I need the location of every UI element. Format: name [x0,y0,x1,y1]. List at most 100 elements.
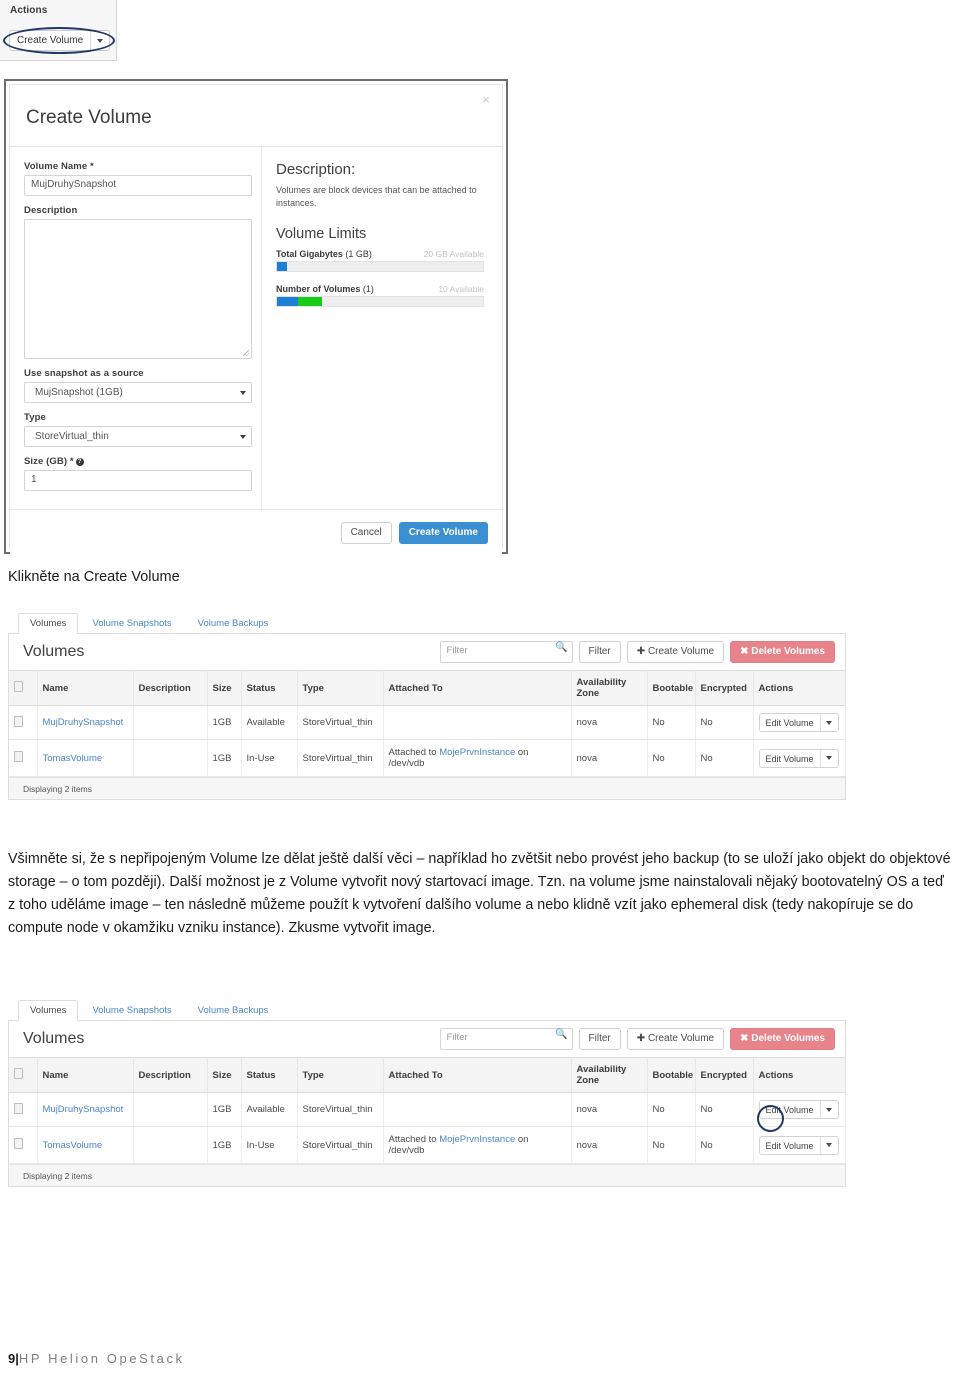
edit-volume-split-button[interactable]: Edit Volume [758,713,839,732]
tab-volumes[interactable]: Volumes [18,1000,79,1021]
tab-volume-snapshots[interactable]: Volume Snapshots [80,613,183,633]
info-description-heading: Description: [276,161,356,178]
size-input[interactable]: 1 [24,470,252,491]
attached-instance-link[interactable]: MojePrvnInstance [439,1134,515,1145]
search-input[interactable]: Filter [439,1028,573,1050]
volume-name-link[interactable]: MujDruhySnapshot [43,1104,124,1115]
col-status: Status [241,670,298,706]
limit-name: Total Gigabytes (1 GB) [276,249,372,260]
cell-status: In-Use [241,739,298,777]
tab-volume-snapshots[interactable]: Volume Snapshots [80,1000,183,1020]
create-volume-button-label: Create Volume [647,646,715,657]
close-icon[interactable]: × [482,93,490,106]
create-volume-button-label[interactable]: Create Volume [10,31,92,50]
table-header-row: Name Description Size Status Type Attach… [9,670,846,706]
cell-zone: nova [571,1126,648,1164]
select-all-header[interactable] [9,1057,38,1093]
page-footer: 9|HP Helion OpeStack [8,1351,185,1366]
col-encrypted: Encrypted [695,1057,754,1093]
checkbox-icon[interactable] [14,751,23,762]
create-volume-dropdown-toggle[interactable] [91,31,109,50]
col-attached-to: Attached To [383,670,572,706]
actions-panel: Actions Create Volume [0,0,117,61]
create-volume-button[interactable]: ✚ Create Volume [626,1028,725,1050]
tab-volume-backups[interactable]: Volume Backups [186,613,281,633]
col-actions: Actions [753,1057,846,1093]
volumes-table: Name Description Size Status Type Attach… [9,670,846,777]
edit-volume-dropdown-toggle[interactable] [821,1137,838,1154]
limit-available: 20 GB Available [423,249,484,260]
row-checkbox-cell[interactable] [9,705,38,740]
progress-segment [277,262,288,272]
checkbox-icon[interactable] [14,1068,23,1079]
delete-volumes-button[interactable]: ✖ Delete Volumes [730,641,835,663]
col-status: Status [241,1057,298,1093]
volume-name-link[interactable]: TomasVolume [43,753,103,764]
edit-volume-dropdown-toggle[interactable] [821,714,838,731]
cell-bootable: No [647,1092,696,1127]
volume-name-input[interactable]: MujDruhySnapshot [24,175,252,196]
edit-volume-button-label[interactable]: Edit Volume [760,1136,821,1154]
search-input[interactable]: Filter [439,641,573,663]
edit-volume-split-button[interactable]: Edit Volume [758,1135,839,1155]
modal-form-column: Volume Name * MujDruhySnapshot Descripti… [10,147,262,509]
edit-volume-dropdown-toggle[interactable] [821,750,838,767]
select-all-header[interactable] [9,670,38,706]
col-description: Description [133,1057,208,1093]
chevron-down-icon [97,38,104,43]
cell-bootable: No [647,1126,696,1164]
cell-type: StoreVirtual_thin [297,739,384,777]
checkbox-icon[interactable] [14,681,23,692]
edit-volume-split-button[interactable]: Edit Volume [758,1100,839,1119]
limit-progress-bar [276,261,484,273]
page-title: Volumes [23,1030,85,1047]
submit-create-volume-button[interactable]: Create Volume [398,521,488,544]
cell-bootable: No [647,705,696,740]
attached-instance-link[interactable]: MojePrvnInstance [439,747,515,758]
cancel-button[interactable]: Cancel [340,521,392,544]
col-name: Name [37,1057,134,1093]
checkbox-icon[interactable] [14,715,23,727]
delete-volumes-button[interactable]: ✖ Delete Volumes [730,1028,835,1050]
cell-description [133,1092,208,1127]
edit-volume-button-label[interactable]: Edit Volume [760,1101,821,1118]
modal-header: Create Volume × [10,85,502,147]
filter-button[interactable]: Filter [578,1028,621,1050]
edit-volume-split-button[interactable]: Edit Volume [758,748,839,768]
cross-icon: ✖ [740,1033,749,1044]
volumes-table: Name Description Size Status Type Attach… [9,1057,846,1164]
edit-volume-button-label[interactable]: Edit Volume [760,749,821,767]
tab-volume-backups[interactable]: Volume Backups [186,1000,281,1020]
question-mark-icon[interactable]: ? [75,458,84,466]
limit-total-gigabytes: Total Gigabytes (1 GB) 20 GB Available [276,249,484,273]
volumes-panel-header: Volumes Filter 🔍 Filter ✚ Create Volume … [9,1021,845,1057]
type-select[interactable]: StoreVirtual_thin [24,426,252,447]
chevron-down-icon [826,1143,833,1147]
volume-name-link[interactable]: MujDruhySnapshot [43,717,124,728]
tab-volumes[interactable]: Volumes [18,613,79,634]
checkbox-icon[interactable] [14,1102,23,1114]
snapshot-source-select[interactable]: MujSnapshot (1GB) [24,382,252,403]
edit-volume-button-label[interactable]: Edit Volume [760,714,821,731]
checkbox-icon[interactable] [14,1138,23,1149]
table-footer-count: Displaying 2 items [9,777,845,799]
col-availability-zone: Availability Zone [571,670,648,706]
progress-segment [297,297,323,307]
progress-segment [277,297,298,307]
filter-button[interactable]: Filter [578,641,621,663]
create-volume-split-button[interactable]: Create Volume [9,30,111,51]
description-textarea[interactable] [24,219,252,359]
edit-volume-dropdown-toggle[interactable] [821,1101,838,1118]
row-checkbox-cell[interactable] [9,739,38,777]
row-checkbox-cell[interactable] [9,1092,38,1127]
delete-volumes-button-label: Delete Volumes [751,646,825,657]
cell-type: StoreVirtual_thin [297,705,384,740]
col-availability-zone: Availability Zone [571,1057,648,1093]
create-volume-button[interactable]: ✚ Create Volume [626,641,725,663]
cell-attached-to [383,1092,572,1127]
volume-name-link[interactable]: TomasVolume [43,1140,103,1151]
table-footer-count: Displaying 2 items [9,1164,845,1186]
row-checkbox-cell[interactable] [9,1126,38,1164]
cell-encrypted: No [695,739,754,777]
limit-name: Number of Volumes (1) [276,284,374,295]
